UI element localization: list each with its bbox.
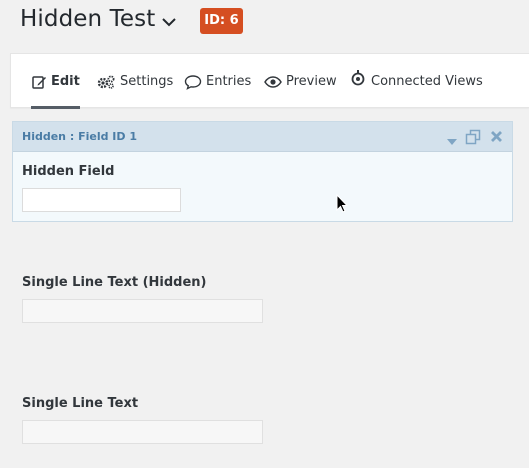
field-panel-header[interactable]: Hidden : Field ID 1 (13, 122, 512, 152)
form-title: Hidden Test (20, 6, 156, 32)
tab-entries-label: Entries (206, 74, 252, 89)
tab-preview[interactable]: Preview (264, 54, 337, 109)
mouse-cursor-icon (336, 193, 349, 219)
hidden-field-label: Hidden Field (22, 164, 115, 179)
single-line-hidden-label: Single Line Text (Hidden) (22, 275, 207, 290)
delete-icon[interactable] (490, 130, 503, 148)
gears-icon (97, 75, 115, 89)
gravityview-icon (351, 69, 365, 85)
chevron-down-icon[interactable] (161, 15, 177, 27)
form-header: Hidden Test ID: 6 (0, 0, 529, 44)
tab-edit[interactable]: Edit (31, 54, 80, 109)
edit-icon (32, 75, 46, 89)
hidden-field-input[interactable] (22, 188, 181, 212)
form-toolbar: Edit Settings Entries Preview Connected … (10, 53, 529, 109)
duplicate-icon[interactable] (465, 129, 481, 150)
field-panel-title: Hidden : Field ID 1 (22, 130, 138, 143)
selected-field-panel[interactable]: Hidden : Field ID 1 Hidden Field (12, 121, 513, 222)
speech-bubble-icon (184, 74, 202, 90)
form-id-badge: ID: 6 (200, 8, 243, 34)
tab-settings[interactable]: Settings (96, 54, 173, 109)
single-line-text-input[interactable] (22, 420, 263, 444)
tab-settings-label: Settings (120, 74, 174, 89)
tab-entries[interactable]: Entries (184, 54, 251, 109)
single-line-text-label: Single Line Text (22, 396, 139, 411)
collapse-arrow-icon[interactable] (447, 133, 457, 151)
tab-preview-label: Preview (286, 74, 337, 89)
eye-icon (264, 75, 282, 88)
single-line-hidden-input[interactable] (22, 299, 263, 323)
tab-edit-label: Edit (51, 74, 80, 89)
tab-connected-views[interactable]: Connected Views (349, 54, 483, 109)
tab-connected-views-label: Connected Views (371, 74, 483, 89)
